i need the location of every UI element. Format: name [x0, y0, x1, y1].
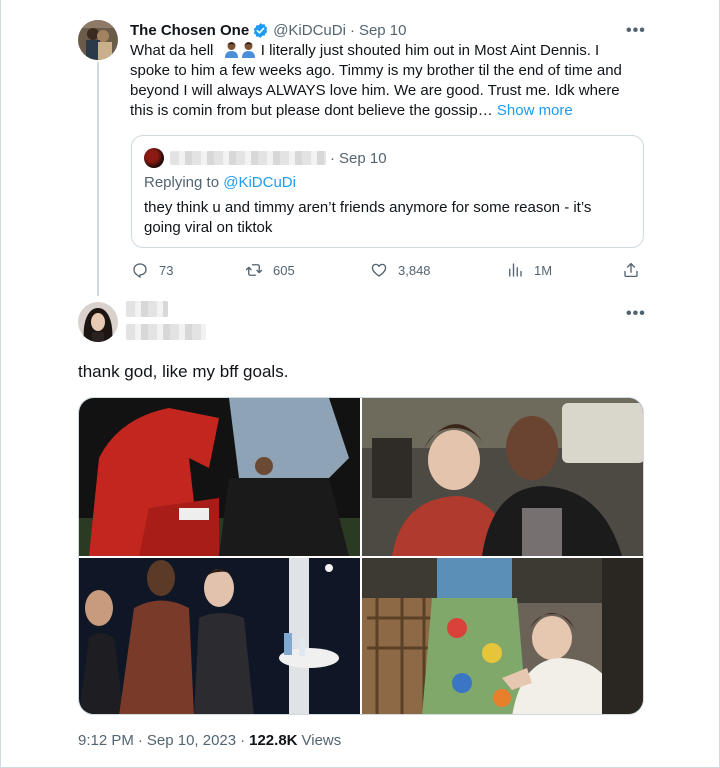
share-icon	[624, 262, 638, 278]
tweet-thread: The Chosen One @KiDCuDi · Sep 10 ••• Wha…	[0, 0, 720, 768]
quoted-author-avatar[interactable]	[144, 148, 164, 168]
person-emoji-icon	[241, 41, 256, 58]
replying-to-label: Replying to	[144, 174, 220, 191]
views-count: 122.8K	[249, 732, 298, 749]
photo-grid	[78, 397, 644, 715]
tweet-text-line: beyond I will always ALWAYS love him. We…	[130, 82, 620, 99]
photo-4[interactable]	[362, 558, 643, 714]
replying-to: Replying to @KiDCuDi	[144, 174, 296, 191]
reply-icon	[133, 263, 147, 278]
views-label: Views	[301, 732, 342, 749]
separator-dot: ·	[330, 149, 335, 167]
tweet-header: The Chosen One @KiDCuDi · Sep 10	[130, 20, 406, 40]
analytics-icon	[509, 263, 522, 277]
timestamp-date[interactable]: Sep 10, 2023	[147, 732, 236, 749]
quoted-text-line: they think u and timmy aren’t friends an…	[144, 199, 592, 216]
more-icon[interactable]: •••	[626, 22, 646, 40]
quoted-tweet-text: they think u and timmy aren’t friends an…	[144, 198, 624, 238]
retweet-button[interactable]: 605	[245, 260, 295, 280]
reply-timestamp: 9:12 PM · Sep 10, 2023 · 122.8K Views	[78, 732, 341, 749]
retweet-icon	[245, 264, 263, 276]
more-icon[interactable]: •••	[626, 305, 646, 323]
tweet-text-line: spoke to him a few weeks ago. Timmy is m…	[130, 62, 622, 79]
reply-button[interactable]: 73	[131, 260, 173, 280]
reply-count: 73	[159, 262, 174, 278]
quoted-text-line: going viral on tiktok	[144, 219, 273, 236]
views-button[interactable]: 1M	[506, 260, 552, 280]
show-more-link[interactable]: Show more	[497, 102, 573, 119]
reply-text: thank god, like my bff goals.	[78, 362, 289, 381]
photo-3[interactable]	[79, 558, 360, 714]
share-button[interactable]	[622, 260, 640, 280]
separator-dot: ·	[240, 732, 246, 749]
separator-dot: ·	[137, 732, 143, 749]
tweet-action-bar: 73 605 3,848 1M	[1, 260, 720, 280]
photo-1[interactable]	[79, 398, 360, 556]
timestamp-time[interactable]: 9:12 PM	[78, 732, 134, 749]
heart-icon	[371, 263, 387, 277]
retweet-count: 605	[273, 262, 295, 278]
like-count: 3,848	[398, 262, 431, 278]
person-emoji-icon	[224, 41, 239, 58]
tweet-date[interactable]: Sep 10	[359, 22, 407, 39]
tweet-text: What da hell I literally just shouted hi…	[130, 41, 650, 121]
quoted-tweet-date[interactable]: Sep 10	[339, 150, 387, 167]
quoted-tweet[interactable]: · Sep 10 Replying to @KiDCuDi they think…	[131, 135, 644, 248]
verified-badge-icon	[252, 22, 269, 39]
author-handle[interactable]: @KiDCuDi	[273, 22, 346, 39]
tweet-text-segment: What da hell	[130, 42, 214, 59]
tweet-text-line: this is comin from but please dont belie…	[130, 102, 493, 119]
redacted-reply-author-name	[126, 301, 168, 317]
author-avatar[interactable]	[78, 20, 118, 60]
photo-2[interactable]	[362, 398, 643, 556]
replying-to-handle[interactable]: @KiDCuDi	[223, 174, 296, 191]
author-name[interactable]: The Chosen One	[130, 22, 249, 39]
separator-dot: ·	[349, 21, 355, 39]
redacted-author-name	[170, 151, 326, 165]
like-button[interactable]: 3,848	[370, 260, 431, 280]
quoted-tweet-header: · Sep 10	[144, 148, 387, 168]
tweet-text-segment: I literally just shouted him out in Most…	[260, 42, 600, 59]
reply-author-avatar[interactable]	[78, 302, 118, 342]
redacted-reply-author-handle	[126, 324, 206, 340]
view-count: 1M	[534, 262, 553, 278]
